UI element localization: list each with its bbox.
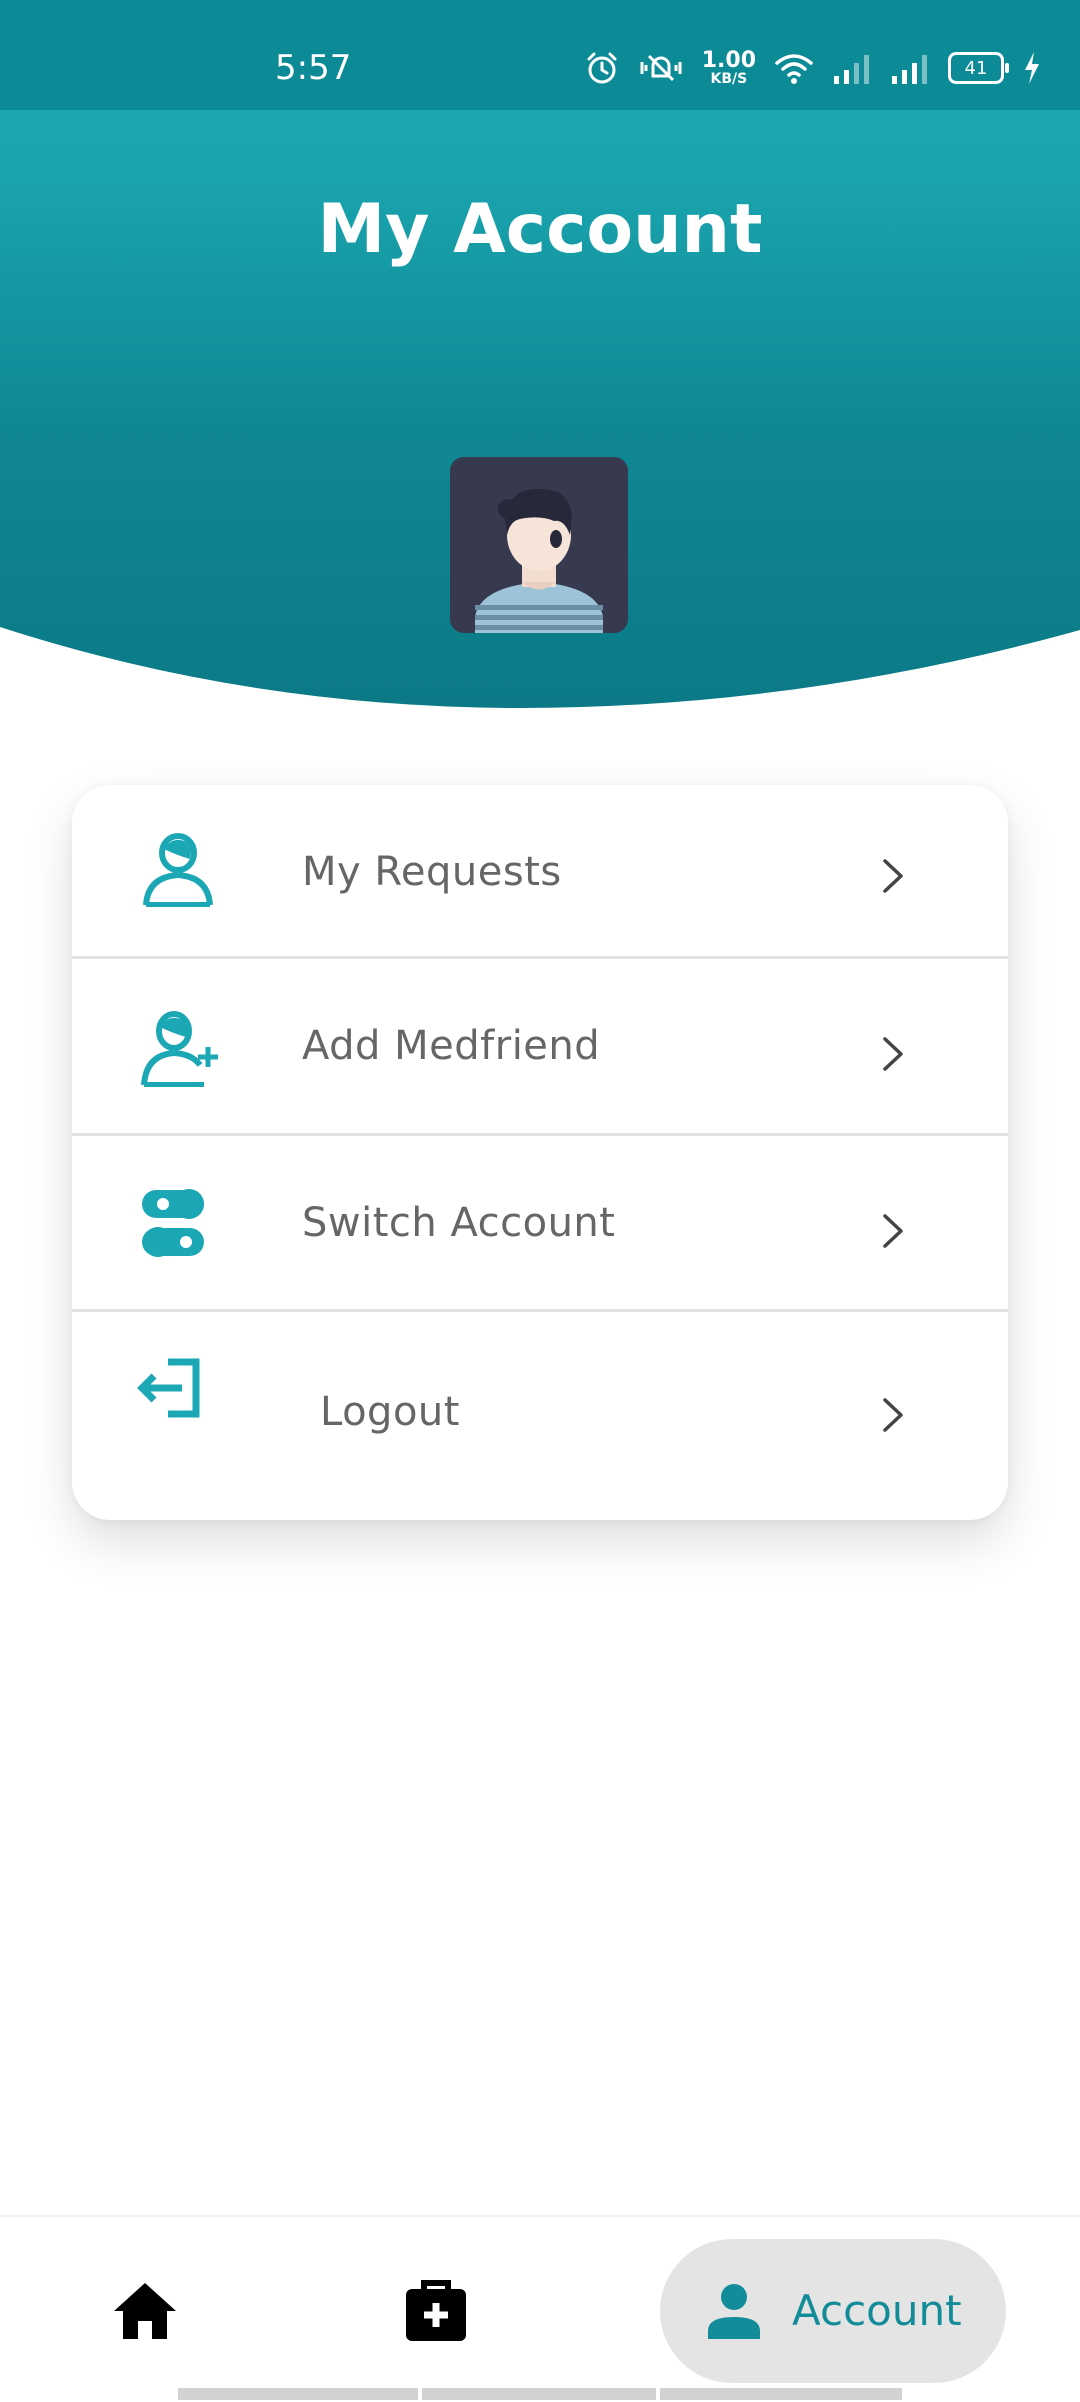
- wifi-icon: [775, 54, 813, 84]
- nav-medical-button[interactable]: [400, 2275, 472, 2347]
- signal-icon-1: [834, 55, 869, 84]
- menu-item-label: Add Medfriend: [302, 1023, 601, 1069]
- bottom-navigation: Account: [0, 2215, 1080, 2402]
- menu-item-label: Switch Account: [302, 1200, 616, 1246]
- nav-account-button[interactable]: Account: [660, 2239, 1006, 2383]
- menu-item-my-requests[interactable]: My Requests: [72, 785, 1008, 959]
- medical-kit-icon: [406, 2280, 466, 2341]
- status-bar: 5:57 1.00 KB/S 41: [0, 0, 1080, 110]
- vibrate-mute-icon: [640, 54, 682, 82]
- charging-icon: [1025, 52, 1039, 84]
- page-title: My Account: [317, 190, 763, 269]
- avatar[interactable]: [450, 457, 628, 633]
- avatar-illustration: [450, 457, 628, 633]
- chevron-right-icon: [883, 859, 903, 893]
- signal-icon-2: [892, 55, 927, 84]
- menu-item-label: Logout: [320, 1389, 460, 1435]
- alarm-icon: [587, 52, 617, 84]
- gesture-bar: [178, 2388, 418, 2400]
- chevron-right-icon: [883, 1037, 903, 1071]
- account-menu-card: My Requests Add Medfriend Switch Account: [72, 785, 1008, 1520]
- nav-account-label: Account: [792, 2286, 962, 2335]
- net-speed: 1.00 KB/S: [701, 48, 756, 87]
- menu-item-switch-account[interactable]: Switch Account: [72, 1136, 1008, 1312]
- gesture-bar: [422, 2388, 656, 2400]
- person-icon: [708, 2284, 760, 2339]
- battery-icon: 41: [948, 52, 1009, 84]
- menu-item-add-medfriend[interactable]: Add Medfriend: [72, 959, 1008, 1136]
- add-user-icon: [141, 1011, 218, 1087]
- toggle-icon: [142, 1189, 204, 1257]
- logout-icon: [137, 1358, 200, 1418]
- status-icons: 1.00 KB/S 41: [584, 44, 1042, 92]
- chevron-right-icon: [883, 1398, 903, 1432]
- menu-item-label: My Requests: [302, 849, 562, 895]
- chevron-right-icon: [883, 1214, 903, 1248]
- menu-item-logout[interactable]: Logout: [72, 1312, 1008, 1520]
- user-icon: [143, 833, 213, 907]
- home-icon: [114, 2283, 176, 2339]
- status-time: 5:57: [275, 48, 352, 88]
- nav-home-button[interactable]: [110, 2277, 180, 2347]
- gesture-bar: [660, 2388, 902, 2400]
